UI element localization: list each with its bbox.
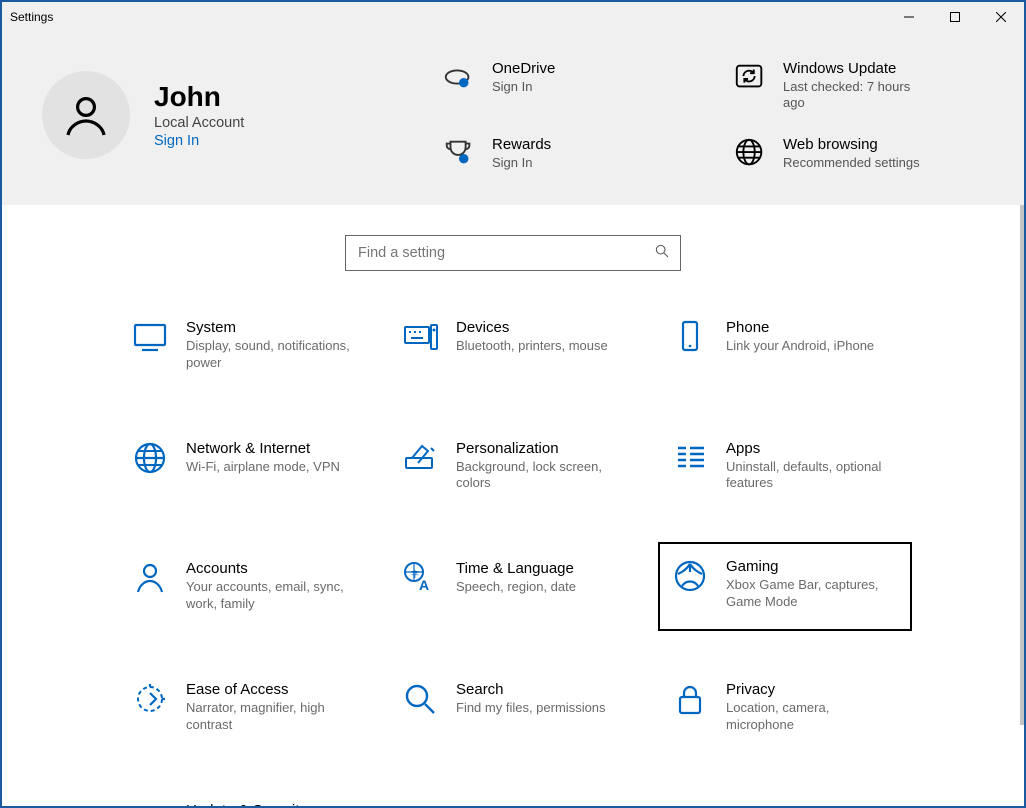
- category-subtitle: Uninstall, defaults, optional features: [726, 459, 896, 493]
- titlebar-title: Settings: [10, 10, 53, 24]
- quick-subtitle: Last checked: 7 hours ago: [783, 79, 923, 112]
- sync-icon: [733, 60, 767, 94]
- category-personalization[interactable]: Personalization Background, lock screen,…: [398, 436, 658, 497]
- scrollbar-track[interactable]: [1020, 205, 1024, 725]
- category-title: Phone: [726, 319, 874, 336]
- category-title: Apps: [726, 440, 896, 457]
- quick-title: Windows Update: [783, 60, 923, 77]
- minimize-icon: [904, 12, 914, 22]
- close-icon: [996, 12, 1006, 22]
- search2-icon: [402, 681, 438, 717]
- quick-web-browsing[interactable]: Web browsing Recommended settings: [733, 136, 984, 171]
- category-subtitle: Speech, region, date: [456, 579, 576, 596]
- category-gaming[interactable]: Gaming Xbox Game Bar, captures, Game Mod…: [660, 544, 910, 629]
- update-icon: [132, 802, 168, 806]
- category-network-internet[interactable]: Network & Internet Wi-Fi, airplane mode,…: [128, 436, 388, 497]
- category-subtitle: Link your Android, iPhone: [726, 338, 874, 355]
- settings-window: Settings John Local Account: [0, 0, 1026, 808]
- category-time-language[interactable]: Time & Language Speech, region, date: [398, 556, 658, 617]
- quick-title: OneDrive: [492, 60, 555, 77]
- profile-name: John: [154, 81, 244, 113]
- quick-onedrive[interactable]: OneDrive Sign In: [442, 60, 693, 112]
- category-privacy[interactable]: Privacy Location, camera, microphone: [668, 677, 928, 738]
- quick-title: Web browsing: [783, 136, 920, 153]
- globe-icon: [733, 136, 767, 170]
- search-input[interactable]: [356, 244, 654, 262]
- header: John Local Account Sign In OneDrive Sign…: [2, 32, 1024, 205]
- profile-subtitle: Local Account: [154, 115, 244, 131]
- maximize-button[interactable]: [932, 2, 978, 32]
- profile-signin-link[interactable]: Sign In: [154, 133, 244, 149]
- category-title: Gaming: [726, 558, 896, 575]
- category-subtitle: Location, camera, microphone: [726, 700, 896, 734]
- category-subtitle: Background, lock screen, colors: [456, 459, 626, 493]
- category-title: Ease of Access: [186, 681, 356, 698]
- person-icon: [132, 560, 168, 596]
- access-icon: [132, 681, 168, 717]
- apps-icon: [672, 440, 708, 476]
- category-apps[interactable]: Apps Uninstall, defaults, optional featu…: [668, 436, 928, 497]
- avatar: [42, 71, 130, 159]
- body: System Display, sound, notifications, po…: [2, 205, 1024, 806]
- phone-icon: [672, 319, 708, 355]
- category-accounts[interactable]: Accounts Your accounts, email, sync, wor…: [128, 556, 388, 617]
- category-devices[interactable]: Devices Bluetooth, printers, mouse: [398, 315, 658, 376]
- category-subtitle: Your accounts, email, sync, work, family: [186, 579, 356, 613]
- category-subtitle: Wi-Fi, airplane mode, VPN: [186, 459, 340, 476]
- lang-icon: [402, 560, 438, 596]
- profile-text: John Local Account Sign In: [154, 81, 244, 149]
- category-search[interactable]: Search Find my files, permissions: [398, 677, 658, 738]
- category-update-security[interactable]: Update & Security Windows Update, recove…: [128, 798, 388, 806]
- search-box[interactable]: [345, 235, 681, 271]
- category-title: Devices: [456, 319, 608, 336]
- category-title: Time & Language: [456, 560, 576, 577]
- keyboard-icon: [402, 319, 438, 355]
- category-subtitle: Narrator, magnifier, high contrast: [186, 700, 356, 734]
- category-phone[interactable]: Phone Link your Android, iPhone: [668, 315, 928, 376]
- minimize-button[interactable]: [886, 2, 932, 32]
- search-icon: [654, 243, 670, 263]
- search-wrap: [2, 205, 1024, 295]
- category-ease-of-access[interactable]: Ease of Access Narrator, magnifier, high…: [128, 677, 388, 738]
- quick-subtitle: Recommended settings: [783, 155, 920, 171]
- titlebar: Settings: [2, 2, 1024, 32]
- category-title: Network & Internet: [186, 440, 340, 457]
- quick-rewards[interactable]: Rewards Sign In: [442, 136, 693, 171]
- paint-icon: [402, 440, 438, 476]
- category-title: System: [186, 319, 356, 336]
- quick-subtitle: Sign In: [492, 155, 551, 171]
- category-subtitle: Find my files, permissions: [456, 700, 606, 717]
- maximize-icon: [950, 12, 960, 22]
- category-subtitle: Xbox Game Bar, captures, Game Mode: [726, 577, 896, 611]
- lock-icon: [672, 681, 708, 717]
- monitor-icon: [132, 319, 168, 355]
- category-title: Accounts: [186, 560, 356, 577]
- cloud-icon: [442, 60, 476, 94]
- category-title: Update & Security: [186, 802, 356, 806]
- window-controls: [886, 2, 1024, 32]
- category-subtitle: Bluetooth, printers, mouse: [456, 338, 608, 355]
- category-title: Personalization: [456, 440, 626, 457]
- close-button[interactable]: [978, 2, 1024, 32]
- quick-title: Rewards: [492, 136, 551, 153]
- category-title: Search: [456, 681, 606, 698]
- gaming-icon: [672, 558, 708, 594]
- category-grid: System Display, sound, notifications, po…: [2, 295, 1024, 806]
- quick-links: OneDrive Sign In Windows Update Last che…: [402, 60, 984, 171]
- category-title: Privacy: [726, 681, 896, 698]
- category-system[interactable]: System Display, sound, notifications, po…: [128, 315, 388, 376]
- person-outline-icon: [62, 91, 110, 139]
- trophy-icon: [442, 136, 476, 170]
- profile-block: John Local Account Sign In: [42, 60, 362, 171]
- quick-subtitle: Sign In: [492, 79, 555, 95]
- quick-windows-update[interactable]: Windows Update Last checked: 7 hours ago: [733, 60, 984, 112]
- category-subtitle: Display, sound, notifications, power: [186, 338, 356, 372]
- globe2-icon: [132, 440, 168, 476]
